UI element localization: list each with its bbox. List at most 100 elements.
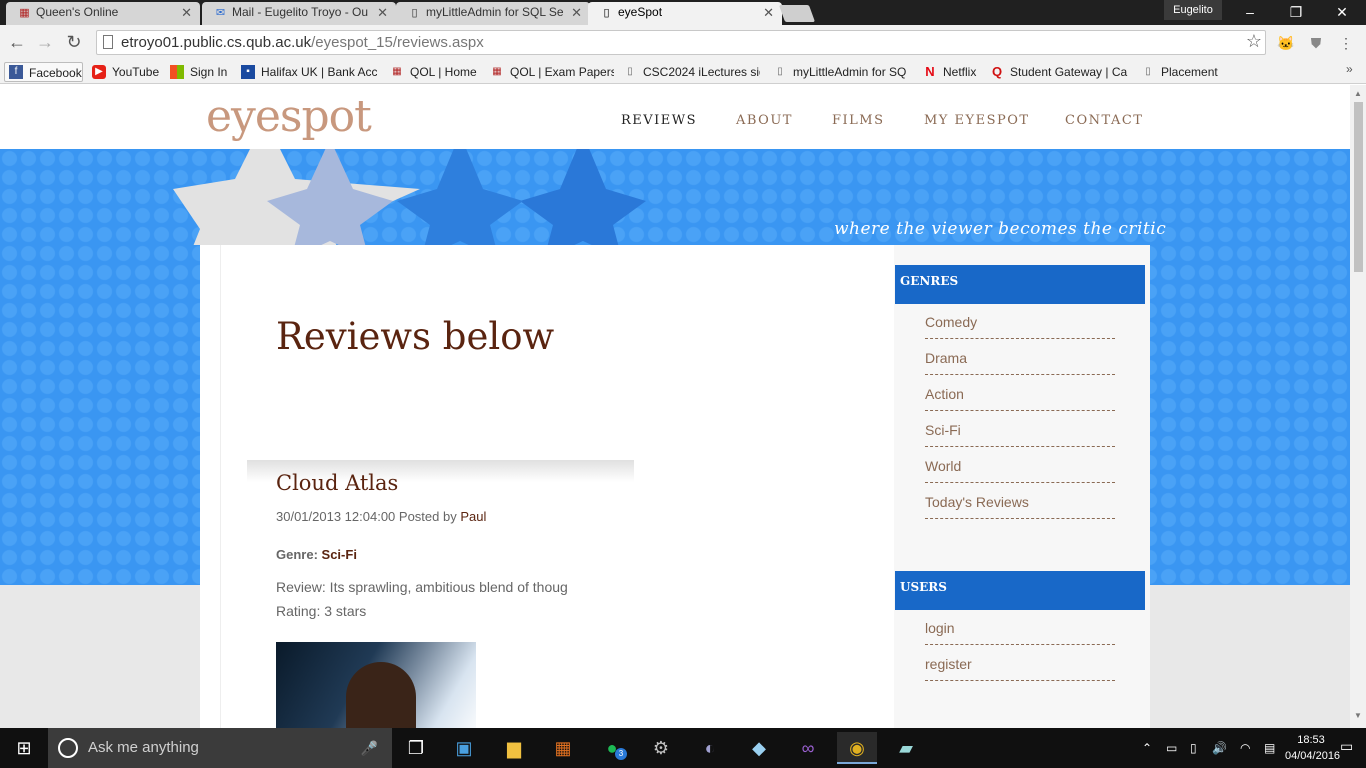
bookmark-netflix[interactable]: N Netflix bbox=[923, 62, 981, 82]
genre-link-comedy[interactable]: Comedy bbox=[925, 314, 1115, 339]
genre-link-todays-reviews[interactable]: Today's Reviews bbox=[925, 494, 1115, 519]
tray-device-icon[interactable]: ▯ bbox=[1190, 728, 1197, 768]
nav-reviews[interactable]: REVIEWS bbox=[621, 113, 697, 128]
close-window-icon[interactable]: ✕ bbox=[1319, 0, 1365, 25]
cortana-search-box[interactable]: Ask me anything 🎤 bbox=[48, 728, 392, 768]
reload-icon[interactable]: ↻ bbox=[62, 30, 86, 54]
page-icon: ▯ bbox=[411, 7, 418, 19]
remote-desktop-icon[interactable]: ▣ bbox=[444, 732, 484, 764]
genre-link-drama[interactable]: Drama bbox=[925, 350, 1115, 375]
tab-title: eyeSpot bbox=[618, 5, 663, 19]
spotify-badge: 3 bbox=[615, 748, 627, 760]
tab-mail[interactable]: ✉ Mail - Eugelito Troyo - Ou ✕ bbox=[202, 2, 396, 25]
scroll-up-icon[interactable]: ▲ bbox=[1354, 89, 1362, 98]
site-header: eyespot REVIEWS ABOUT FILMS MY EYESPOT C… bbox=[0, 85, 1350, 149]
extension-icon[interactable]: 🐱 bbox=[1276, 33, 1296, 53]
wifi-icon[interactable]: ◠ bbox=[1240, 728, 1250, 768]
notifications-icon[interactable]: ▭ bbox=[1340, 738, 1353, 755]
bookmarks-bar: f Facebook ▶ YouTube Sign In ▪ Halifax U… bbox=[0, 59, 1366, 84]
windows-taskbar: ⊞ Ask me anything 🎤 ❐ ▣ ▆ ▦ ● 3 ⚙ ◐ ◆ ∞ ◉… bbox=[0, 728, 1366, 768]
scrollbar-thumb[interactable] bbox=[1354, 102, 1363, 272]
spotify-icon[interactable]: ● 3 bbox=[592, 732, 632, 764]
notes-app-icon[interactable]: ▰ bbox=[886, 732, 926, 764]
close-icon[interactable]: ✕ bbox=[377, 5, 388, 21]
chrome-icon[interactable]: ◉ bbox=[837, 732, 877, 764]
new-tab-button[interactable] bbox=[778, 5, 816, 22]
genres-header: GENRES bbox=[895, 265, 1145, 304]
clock-date: 04/04/2016 bbox=[1285, 750, 1341, 762]
close-icon[interactable]: ✕ bbox=[181, 5, 192, 21]
nav-my-eyespot[interactable]: MY EYESPOT bbox=[924, 113, 1030, 128]
review-title: Cloud Atlas bbox=[276, 471, 399, 495]
page-icon: ▯ bbox=[1145, 66, 1151, 77]
review-rating: Rating: 3 stars bbox=[276, 603, 367, 619]
nav-about[interactable]: ABOUT bbox=[736, 113, 793, 128]
page-title: Reviews below bbox=[276, 315, 555, 358]
tab-queens-online[interactable]: ▦ Queen's Online ✕ bbox=[6, 2, 200, 25]
login-link[interactable]: login bbox=[925, 620, 1115, 645]
posted-by-label: Posted by bbox=[398, 509, 457, 524]
bookmark-facebook[interactable]: f Facebook bbox=[4, 62, 83, 82]
bookmark-sign-in[interactable]: Sign In bbox=[170, 62, 232, 82]
volume-icon[interactable]: 🔊 bbox=[1212, 728, 1227, 768]
steam-icon[interactable]: ⚙ bbox=[641, 732, 681, 764]
virtualbox-icon[interactable]: ◆ bbox=[739, 732, 779, 764]
bookmark-label: YouTube bbox=[112, 65, 160, 79]
genre-link-world[interactable]: World bbox=[925, 458, 1115, 483]
close-icon[interactable]: ✕ bbox=[763, 5, 774, 21]
close-icon[interactable]: ✕ bbox=[571, 5, 582, 21]
register-link[interactable]: register bbox=[925, 656, 1115, 681]
menu-icon[interactable]: ⋮ bbox=[1336, 33, 1356, 53]
genre-link-sci-fi[interactable]: Sci-Fi bbox=[925, 422, 1115, 447]
tray-battery-app-icon[interactable]: ▭ bbox=[1166, 728, 1177, 768]
restore-icon[interactable]: ❐ bbox=[1273, 0, 1319, 25]
profile-button[interactable]: Eugelito bbox=[1164, 0, 1222, 20]
poster-credits bbox=[286, 650, 466, 664]
genre-link-action[interactable]: Action bbox=[925, 386, 1115, 411]
visual-studio-icon[interactable]: ∞ bbox=[788, 732, 828, 764]
qol-icon: ▦ bbox=[19, 7, 30, 19]
address-bar[interactable]: etroyo01.public.cs.qub.ac.uk/eyespot_15/… bbox=[96, 30, 1266, 55]
bookmark-placement[interactable]: ▯ Placement bbox=[1141, 62, 1221, 82]
more-bookmarks-icon[interactable]: » bbox=[1346, 62, 1353, 76]
bookmark-student-gateway[interactable]: Q Student Gateway | Ca bbox=[990, 62, 1128, 82]
file-explorer-icon[interactable]: ▆ bbox=[494, 732, 534, 764]
forward-icon[interactable]: → bbox=[33, 30, 57, 54]
bookmark-mylittleadmin[interactable]: ▯ myLittleAdmin for SQ bbox=[773, 62, 910, 82]
review-meta: 30/01/2013 12:04:00 Posted by Paul bbox=[276, 509, 486, 524]
scroll-down-icon[interactable]: ▼ bbox=[1354, 711, 1362, 720]
stars-graphic bbox=[173, 149, 646, 245]
task-view-icon[interactable]: ❐ bbox=[396, 732, 436, 764]
nav-films[interactable]: FILMS bbox=[832, 113, 885, 128]
back-icon[interactable]: ← bbox=[5, 30, 29, 54]
bookmark-qol-exam-papers[interactable]: ▦ QOL | Exam Papers bbox=[490, 62, 614, 82]
system-clock[interactable]: 18:53 04/04/2016 bbox=[1285, 732, 1341, 764]
bookmark-halifax[interactable]: ▪ Halifax UK | Bank Acc bbox=[241, 62, 377, 82]
genre-value: Sci-Fi bbox=[321, 547, 357, 562]
tray-chevron-icon[interactable]: ⌃ bbox=[1142, 728, 1152, 768]
bookmark-label: Placement bbox=[1161, 65, 1218, 79]
browser-tab-bar: ▦ Queen's Online ✕ ✉ Mail - Eugelito Tro… bbox=[0, 0, 1366, 25]
tab-mylittleadmin[interactable]: ▯ myLittleAdmin for SQL Se ✕ bbox=[396, 2, 590, 25]
windows-start-icon[interactable]: ⊞ bbox=[0, 728, 48, 768]
keyboard-icon[interactable]: ▤ bbox=[1264, 728, 1275, 768]
review-author-link[interactable]: Paul bbox=[460, 509, 486, 524]
eclipse-icon[interactable]: ◐ bbox=[690, 732, 730, 764]
bookmark-csc2024[interactable]: ▯ CSC2024 iLectures sig bbox=[623, 62, 760, 82]
tab-title: Mail - Eugelito Troyo - Ou bbox=[232, 5, 369, 19]
qub-icon: Q bbox=[991, 64, 1003, 79]
clock-time: 18:53 bbox=[1297, 734, 1325, 746]
bookmark-qol-home[interactable]: ▦ QOL | Home bbox=[390, 62, 480, 82]
bookmark-star-icon[interactable]: ☆ bbox=[1246, 30, 1262, 53]
tab-eyespot[interactable]: ▯ eyeSpot ✕ bbox=[588, 2, 782, 25]
page-scrollbar[interactable]: ▲ ▼ bbox=[1350, 85, 1366, 728]
nav-contact[interactable]: CONTACT bbox=[1065, 113, 1143, 128]
shield-icon[interactable]: ⛊ bbox=[1306, 33, 1326, 53]
minimize-icon[interactable]: – bbox=[1227, 0, 1273, 25]
page-info-icon[interactable] bbox=[103, 35, 113, 49]
bookmark-label: Facebook bbox=[29, 66, 82, 80]
microphone-icon[interactable]: 🎤 bbox=[361, 728, 378, 768]
bookmark-youtube[interactable]: ▶ YouTube bbox=[92, 62, 164, 82]
site-logo[interactable]: eyespot bbox=[206, 91, 372, 142]
store-app-icon[interactable]: ▦ bbox=[543, 732, 583, 764]
